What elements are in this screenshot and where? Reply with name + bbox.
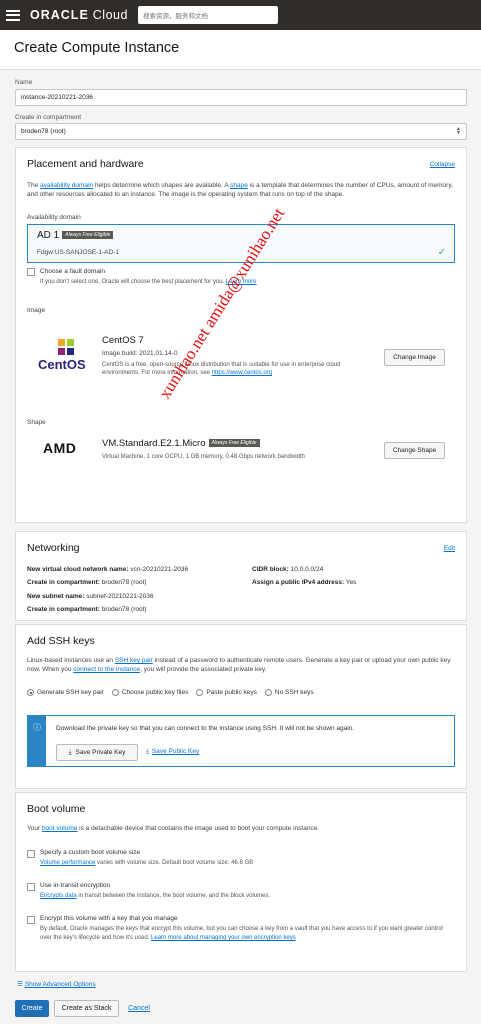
oracle-cloud-logo[interactable]: ORACLE Cloud	[30, 8, 128, 22]
ssh-keys-card: Add SSH keys Linux-based instances use a…	[15, 624, 467, 789]
fault-domain-label: Choose a fault domain	[40, 268, 106, 275]
fault-domain-checkbox[interactable]	[27, 268, 35, 276]
image-name: CentOS 7	[102, 335, 144, 346]
save-private-key-button[interactable]: ⤓ Save Private Key	[56, 744, 138, 761]
checkmark-icon: ✓	[437, 247, 446, 258]
compartment-select[interactable]: broden78 (root) ▲ ▼	[15, 123, 467, 140]
ad-value: Fdgw:US-SANJOSE-1-AD-1	[37, 249, 119, 256]
ad-label: Availability domain	[27, 214, 81, 221]
custom-boot-size-help: Volume performance varies with volume si…	[40, 860, 254, 866]
show-advanced-options-link[interactable]: ☰ Show Advanced Options	[17, 980, 96, 988]
ssh-title: Add SSH keys	[27, 635, 95, 647]
manage-keys-learn-more[interactable]: Learn more about managing your own encry…	[151, 935, 296, 941]
download-icon: ⤓	[146, 748, 149, 755]
in-transit-encryption-label: Use in-transit encryption	[40, 882, 111, 889]
boot-volume-card: Boot volume Your boot volume is a detach…	[15, 792, 467, 972]
compartment-value: broden78 (root)	[21, 128, 66, 135]
top-bar: ORACLE Cloud 搜索资源，服务和文档	[0, 0, 481, 30]
encrypt-own-key-help-line2: over the key's lifecycle and how it's us…	[40, 935, 296, 941]
networking-card: Networking Edit New virtual cloud networ…	[15, 531, 467, 621]
boot-description: Your boot volume is a detachable device …	[27, 825, 320, 832]
ssh-description: Linux-based instances use an SSH key pai…	[27, 657, 451, 673]
image-label: Image	[27, 307, 46, 314]
ad-name: AD 1	[37, 230, 60, 241]
page-title: Create Compute Instance	[14, 40, 180, 56]
subnet-compartment: Create in compartment: broden78 (root)	[27, 606, 147, 613]
hamburger-menu-icon[interactable]	[6, 9, 20, 21]
ssh-key-pair-link[interactable]: SSH key pair	[115, 657, 153, 664]
placement-description: The availability domain helps determine …	[27, 182, 453, 198]
collapse-link[interactable]: Collapse	[430, 161, 455, 168]
cancel-link[interactable]: Cancel	[124, 1000, 154, 1017]
custom-boot-size-checkbox[interactable]	[27, 850, 35, 858]
availability-domain-link[interactable]: availability domain	[40, 182, 93, 189]
placement-card: Placement and hardware Collapse The avai…	[15, 147, 467, 523]
encrypts-data-link[interactable]: Encrypts data	[40, 893, 77, 899]
volume-performance-link[interactable]: Volume performance	[40, 860, 95, 866]
ssh-option-group: Generate SSH key pair Choose public key …	[27, 689, 322, 696]
encrypt-own-key-label: Encrypt this volume with a key that you …	[40, 915, 178, 922]
compartment-label: Create in compartment	[15, 114, 82, 121]
in-transit-encryption-checkbox[interactable]	[27, 883, 35, 891]
name-input[interactable]: instance-20210221-2036	[15, 89, 467, 106]
encrypt-own-key-help-line1: By default, Oracle manages the keys that…	[40, 926, 443, 932]
encrypt-own-key-checkbox[interactable]	[27, 916, 35, 924]
boot-title: Boot volume	[27, 803, 86, 815]
networking-title: Networking	[27, 542, 80, 554]
sliders-icon: ☰	[17, 981, 23, 988]
connect-instance-link[interactable]: connect to the instance	[73, 666, 140, 673]
shape-name: VM.Standard.E2.1.Micro	[102, 438, 206, 449]
shape-description: Virtual Machine, 1 core OCPU, 1 GB memor…	[102, 454, 305, 460]
centos-pinwheel-icon	[58, 339, 74, 355]
ad-free-badge: Always Free Eligible	[62, 231, 114, 240]
centos-wordmark: CentOS	[38, 357, 86, 372]
radio-no-ssh-keys[interactable]: No SSH keys	[264, 689, 314, 696]
name-label: Name	[15, 79, 33, 86]
custom-boot-size-label: Specify a custom boot volume size	[40, 849, 141, 856]
placement-title: Placement and hardware	[27, 158, 144, 170]
centos-logo: CentOS	[38, 338, 94, 376]
in-transit-encryption-help: Encrypts data in transit between the ins…	[40, 893, 271, 899]
page-header: Create Compute Instance	[0, 30, 481, 70]
ad-name-row: AD 1 Always Free Eligible	[37, 230, 114, 241]
radio-generate-key-pair[interactable]: Generate SSH key pair	[27, 689, 104, 696]
subnet-name: New subnet name: subnet-20210221-2036	[27, 593, 154, 600]
private-key-info-box: ⓘ Download the private key so that you c…	[27, 715, 455, 767]
radio-paste-public-keys[interactable]: Paste public keys	[196, 689, 257, 696]
create-as-stack-button[interactable]: Create as Stack	[54, 1000, 119, 1017]
public-ipv4: Assign a public IPv4 address: Yes	[252, 579, 357, 586]
networking-edit-link[interactable]: Edit	[444, 545, 455, 552]
info-text: Download the private key so that you can…	[56, 725, 355, 732]
shape-name-row: VM.Standard.E2.1.Micro Always Free Eligib…	[102, 438, 260, 449]
search-input[interactable]: 搜索资源，服务和文档	[137, 6, 278, 24]
change-image-button[interactable]: Change Image	[384, 349, 445, 366]
radio-choose-public-key-files[interactable]: Choose public key files	[111, 689, 188, 696]
select-arrows-icon: ▲ ▼	[456, 126, 461, 136]
save-public-key-link[interactable]: ⤓ Save Public Key	[146, 748, 199, 756]
shape-link[interactable]: shape	[230, 182, 248, 189]
shape-free-badge: Always Free Eligible	[208, 439, 260, 448]
amd-logo: AMD	[43, 440, 77, 456]
vcn-name: New virtual cloud network name: vcn-2021…	[27, 566, 189, 573]
vcn-compartment: Create in compartment: broden78 (root)	[27, 579, 147, 586]
download-icon: ⤓	[68, 748, 72, 756]
change-shape-button[interactable]: Change Shape	[384, 442, 445, 459]
shape-label: Shape	[27, 419, 46, 426]
boot-volume-link[interactable]: boot volume	[42, 825, 77, 832]
info-icon: ⓘ	[28, 716, 46, 766]
cidr-block: CIDR block: 10.0.0.0/24	[252, 566, 324, 573]
create-button[interactable]: Create	[15, 1000, 49, 1017]
image-description: CentOS is a free, open-source Linux dist…	[102, 362, 341, 376]
image-build: Image build: 2021.01.14-0	[102, 350, 178, 357]
centos-link[interactable]: https://www.centos.org	[212, 370, 272, 376]
